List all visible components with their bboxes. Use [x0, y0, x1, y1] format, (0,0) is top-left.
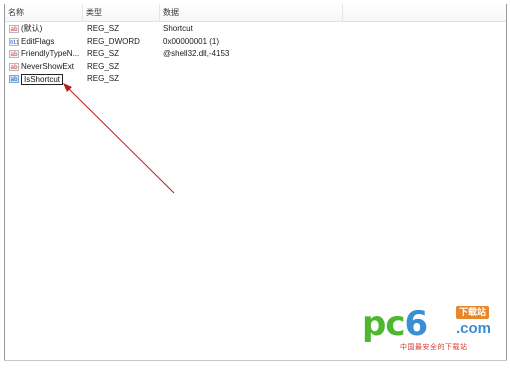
value-row-nevershowext[interactable]: ab NeverShowExt REG_SZ [5, 61, 506, 74]
value-type: REG_SZ [87, 24, 120, 33]
value-data: @shell32.dll,-4153 [163, 49, 230, 58]
value-row-isshortcut[interactable]: ab IsShortcut REG_SZ [5, 73, 506, 86]
value-row-friendlytypename[interactable]: ab FriendlyTypeN... REG_SZ @shell32.dll,… [5, 48, 506, 61]
value-name: EditFlags [21, 36, 55, 46]
value-name-cell: 011 EditFlags [9, 36, 83, 49]
string-value-icon: ab [9, 62, 19, 71]
value-name-cell: ab NeverShowExt [9, 61, 83, 74]
site-watermark: pc6 下载站 .com 中国最安全的下载站 [362, 298, 492, 358]
value-data [163, 73, 343, 86]
watermark-tagline: 中国最安全的下载站 [400, 344, 468, 351]
value-type: REG_DWORD [87, 36, 140, 46]
value-name-cell: ab (默认) [9, 23, 83, 36]
value-name-cell: ab FriendlyTypeN... [9, 48, 83, 61]
binary-value-icon: 011 [9, 37, 20, 46]
value-name: NeverShowExt [21, 61, 74, 71]
watermark-domain: .com [456, 320, 492, 337]
value-row-default[interactable]: ab (默认) REG_SZ Shortcut [5, 23, 506, 36]
column-header-name[interactable]: 名称 [5, 4, 83, 22]
column-header-data[interactable]: 数据 [160, 4, 343, 22]
string-value-icon: ab [9, 50, 19, 59]
watermark-badge: 下载站 [456, 306, 490, 319]
value-data: Shortcut [163, 24, 193, 33]
logo-6-text: 6 [404, 304, 429, 344]
value-type: REG_SZ [87, 61, 120, 71]
logo-pc-text: pc [362, 304, 405, 344]
list-header: 名称 类型 数据 [5, 4, 506, 22]
watermark-logo: pc6 [362, 304, 429, 344]
value-row-editflags[interactable]: 011 EditFlags REG_DWORD 0x00000001 (1) [5, 36, 506, 49]
value-name-cell: ab IsShortcut [9, 73, 83, 86]
bottom-border [4, 360, 507, 361]
string-value-icon: ab [9, 75, 19, 84]
column-header-type[interactable]: 类型 [83, 4, 160, 22]
value-name: (默认) [21, 24, 43, 33]
value-data: 0x00000001 (1) [163, 36, 220, 46]
values-list: ab (默认) REG_SZ Shortcut 011 EditFlags RE… [5, 23, 506, 86]
value-type: REG_SZ [87, 74, 120, 83]
rename-input[interactable]: IsShortcut [21, 73, 64, 85]
value-name: FriendlyTypeN... [21, 49, 80, 58]
value-type: REG_SZ [87, 49, 120, 58]
string-value-icon: ab [9, 25, 19, 34]
value-data [163, 61, 343, 74]
